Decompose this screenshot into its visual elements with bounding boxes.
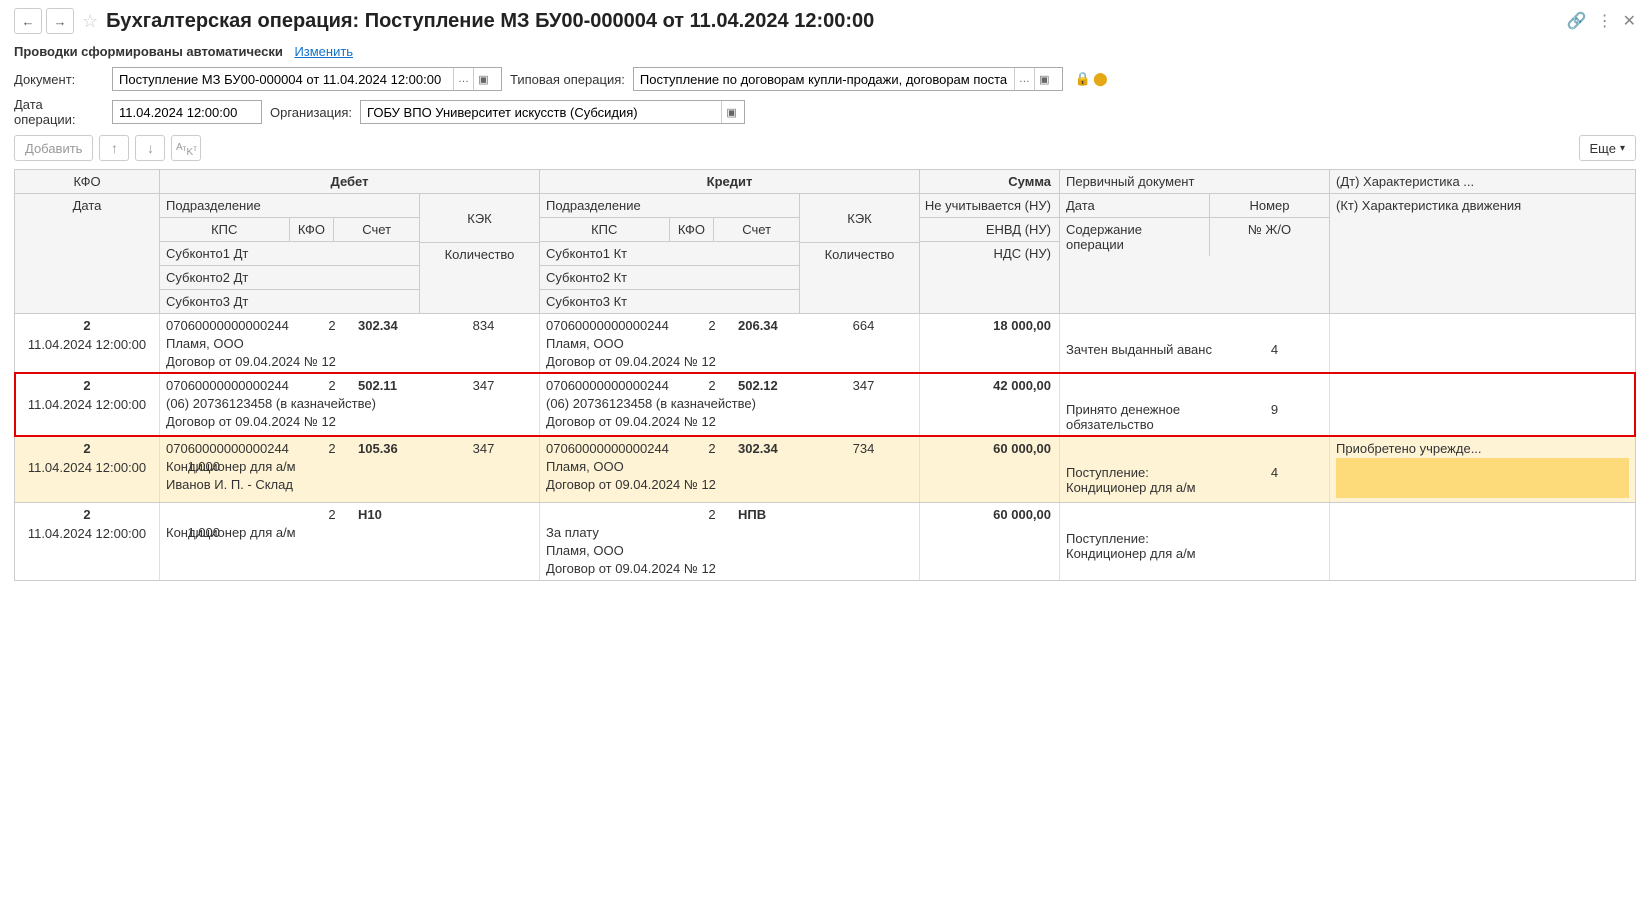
close-icon[interactable]: ✕ bbox=[1623, 11, 1636, 31]
link-icon[interactable]: 🔗 bbox=[1567, 11, 1587, 31]
grid-header: КФО Дата Дебет Подразделение КПС КФО Сче… bbox=[15, 170, 1635, 313]
more-button[interactable]: Еще bbox=[1579, 135, 1636, 161]
typical-op-field[interactable]: … ▣ bbox=[633, 67, 1063, 91]
table-row[interactable]: 211.04.2024 12:00:002Н10Кондиционер для … bbox=[15, 502, 1635, 580]
grid-toolbar: Добавить ↑ ↓ AтKт Еще bbox=[14, 135, 1636, 161]
typical-op-label: Типовая операция: bbox=[510, 72, 625, 87]
header-bar: ← → ☆ Бухгалтерская операция: Поступлени… bbox=[14, 8, 1636, 34]
forward-button[interactable]: → bbox=[46, 8, 74, 34]
document-label: Документ: bbox=[14, 72, 104, 87]
kebab-icon[interactable]: ⋮ bbox=[1597, 11, 1613, 31]
col-date: Дата bbox=[15, 194, 159, 217]
lock-icon: 🔒 bbox=[1075, 71, 1091, 87]
auto-entries-text: Проводки сформированы автоматически Изме… bbox=[14, 44, 1636, 59]
ellipsis-icon[interactable]: … bbox=[453, 68, 473, 90]
star-small-icon: ⬤ bbox=[1093, 71, 1108, 87]
ellipsis-icon[interactable]: … bbox=[1014, 68, 1034, 90]
col-credit: Кредит bbox=[540, 170, 919, 194]
table-row[interactable]: 211.04.2024 12:00:0007060000000000244230… bbox=[15, 313, 1635, 373]
org-label: Организация: bbox=[270, 105, 352, 120]
entries-grid: КФО Дата Дебет Подразделение КПС КФО Сче… bbox=[14, 169, 1636, 581]
table-row[interactable]: 211.04.2024 12:00:0007060000000000244210… bbox=[15, 436, 1635, 502]
add-button[interactable]: Добавить bbox=[14, 135, 93, 161]
dtkt-button[interactable]: AтKт bbox=[171, 135, 201, 161]
move-up-button[interactable]: ↑ bbox=[99, 135, 129, 161]
selection-marker bbox=[1336, 458, 1629, 498]
open-icon[interactable]: ▣ bbox=[721, 101, 741, 123]
col-kfo: КФО bbox=[15, 170, 159, 194]
op-date-label: Дата операции: bbox=[14, 97, 104, 127]
favorite-icon[interactable]: ☆ bbox=[82, 11, 98, 32]
change-link[interactable]: Изменить bbox=[294, 44, 353, 59]
move-down-button[interactable]: ↓ bbox=[135, 135, 165, 161]
back-button[interactable]: ← bbox=[14, 8, 42, 34]
page-title: Бухгалтерская операция: Поступление МЗ Б… bbox=[106, 10, 1559, 33]
col-debet: Дебет bbox=[160, 170, 539, 194]
document-field[interactable]: … ▣ bbox=[112, 67, 502, 91]
open-icon[interactable]: ▣ bbox=[473, 68, 493, 90]
table-row[interactable]: 211.04.2024 12:00:0007060000000000244250… bbox=[15, 373, 1635, 436]
open-icon[interactable]: ▣ bbox=[1034, 68, 1054, 90]
org-field[interactable]: ▣ bbox=[360, 100, 745, 124]
op-date-field[interactable] bbox=[112, 100, 262, 124]
